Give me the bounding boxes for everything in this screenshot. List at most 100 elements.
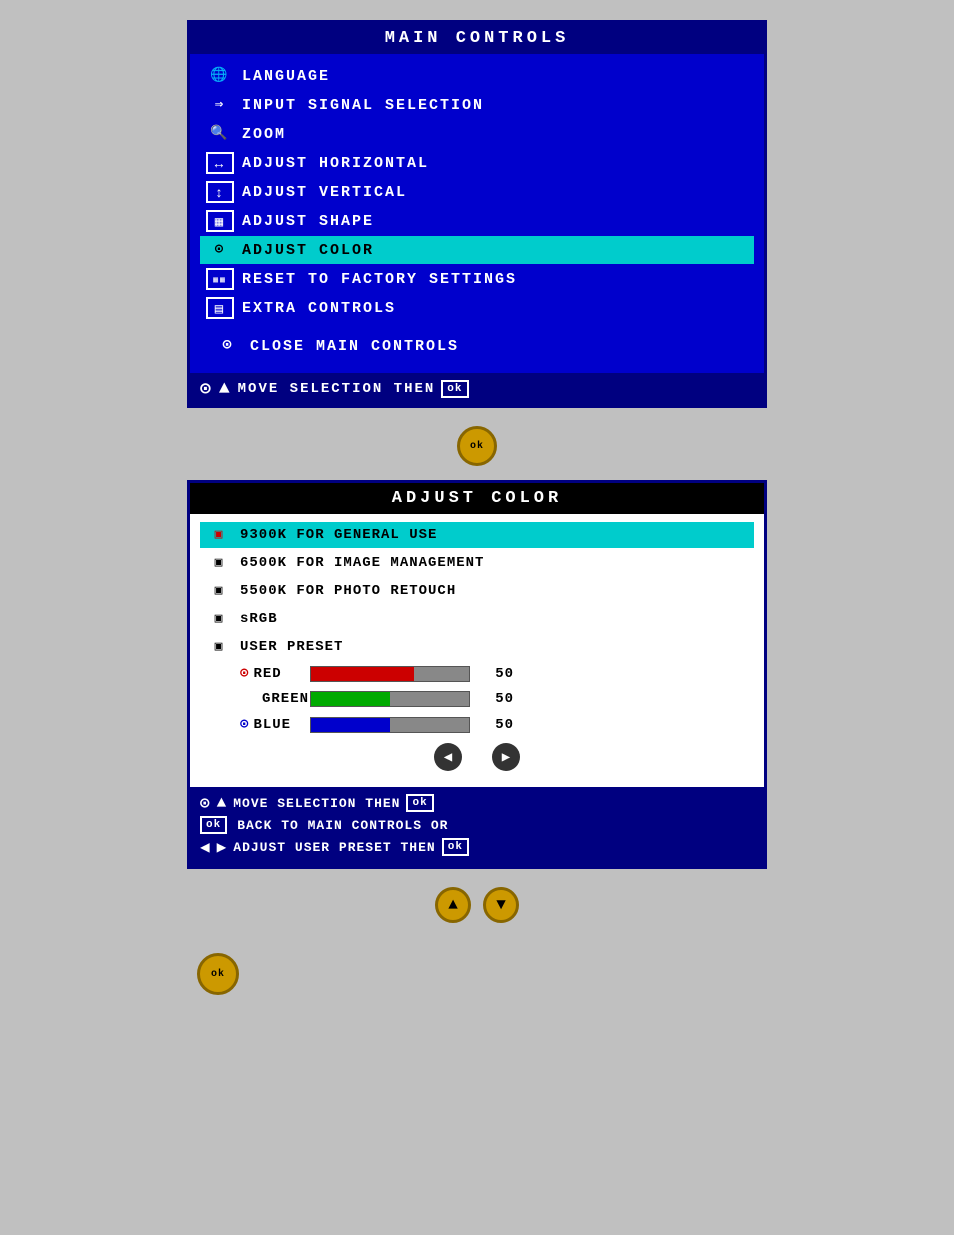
footer-move-text: MOVE SELECTION THEN: [238, 381, 436, 397]
reset-factory-icon: ▦▦: [206, 268, 234, 290]
footer-nav-icon-3b: ▶: [217, 837, 228, 857]
nav-up-button[interactable]: ▲: [435, 887, 471, 923]
main-controls-menu: 🌐 LANGUAGE ⇒ INPUT SIGNAL SELECTION 🔍 ZO…: [190, 54, 764, 373]
footer-ok-badge: ok: [441, 380, 468, 398]
red-slider-value: 50: [482, 666, 514, 682]
green-label: GREEN: [262, 691, 309, 707]
menu-item-zoom[interactable]: 🔍 ZOOM: [200, 120, 754, 148]
color-option-6500k-icon: ▣: [206, 553, 232, 573]
reset-factory-label: RESET TO FACTORY SETTINGS: [242, 271, 748, 288]
final-ok-wrapper: ok: [187, 943, 767, 995]
menu-item-extra-controls[interactable]: ▤ EXTRA CONTROLS: [200, 294, 754, 322]
color-option-9300k-icon: ▣: [206, 525, 232, 545]
zoom-label: ZOOM: [242, 126, 748, 143]
final-ok-label: ok: [211, 969, 225, 980]
language-label: LANGUAGE: [242, 68, 748, 85]
color-option-9300k[interactable]: ▣ 9300K FOR GENERAL USE: [200, 522, 754, 548]
footer-ok-1: ok: [406, 794, 433, 812]
color-option-5500k-label: 5500K FOR PHOTO RETOUCH: [240, 583, 456, 599]
adjust-color-label: ADJUST COLOR: [242, 242, 748, 259]
zoom-icon: 🔍: [206, 123, 234, 145]
input-signal-icon: ⇒: [206, 94, 234, 116]
language-icon: 🌐: [206, 65, 234, 87]
slider-right-arrow[interactable]: ▶: [492, 743, 520, 771]
menu-item-language[interactable]: 🌐 LANGUAGE: [200, 62, 754, 90]
menu-item-adjust-color[interactable]: ⊙ ADJUST COLOR: [200, 236, 754, 264]
color-footer-row-2: ok BACK TO MAIN CONTROLS OR: [200, 816, 754, 834]
blue-circle-icon: ⊙: [240, 716, 249, 733]
footer-nav-icon-1b: ▲: [217, 794, 228, 812]
input-signal-label: INPUT SIGNAL SELECTION: [242, 97, 748, 114]
green-slider-value: 50: [482, 691, 514, 707]
ok-center-button[interactable]: ok: [457, 426, 497, 466]
color-option-srgb-icon: ▣: [206, 609, 232, 629]
blue-slider-value: 50: [482, 717, 514, 733]
menu-item-input-signal[interactable]: ⇒ INPUT SIGNAL SELECTION: [200, 91, 754, 119]
red-label-container: ⊙ RED: [240, 665, 310, 682]
menu-item-adjust-horizontal[interactable]: ↔ ADJUST HORIZONTAL: [200, 149, 754, 177]
color-options-list: ▣ 9300K FOR GENERAL USE ▣ 6500K FOR IMAG…: [190, 514, 764, 787]
blue-slider-row: ⊙ BLUE 50: [200, 713, 754, 736]
red-circle-icon: ⊙: [240, 665, 249, 682]
main-controls-panel: MAIN CONTROLS 🌐 LANGUAGE ⇒ INPUT SIGNAL …: [187, 20, 767, 408]
color-option-5500k[interactable]: ▣ 5500K FOR PHOTO RETOUCH: [200, 578, 754, 604]
color-option-6500k[interactable]: ▣ 6500K FOR IMAGE MANAGEMENT: [200, 550, 754, 576]
footer-move-text-2: MOVE SELECTION THEN: [233, 796, 400, 811]
green-slider-row: GREEN 50: [200, 688, 754, 710]
color-option-user-preset[interactable]: ▣ USER PRESET: [200, 634, 754, 660]
adjust-shape-icon: ▦: [206, 210, 234, 232]
footer-back-text: BACK TO MAIN CONTROLS OR: [237, 818, 448, 833]
footer-nav-icon-1a: ⊙: [200, 793, 211, 813]
menu-item-adjust-vertical[interactable]: ↕ ADJUST VERTICAL: [200, 178, 754, 206]
green-slider-fill: [311, 692, 390, 706]
extra-controls-label: EXTRA CONTROLS: [242, 300, 748, 317]
green-slider-track[interactable]: [310, 691, 470, 707]
footer-ok-2: ok: [200, 816, 227, 834]
final-ok-button[interactable]: ok: [197, 953, 239, 995]
footer-ok-3: ok: [442, 838, 469, 856]
color-footer: ⊙ ▲ MOVE SELECTION THEN ok ok BACK TO MA…: [190, 787, 764, 866]
close-main-controls[interactable]: ⊙ CLOSE MAIN CONTROLS: [200, 331, 754, 365]
extra-controls-icon: ▤: [206, 297, 234, 319]
close-icon: ⊙: [214, 335, 242, 357]
close-main-label: CLOSE MAIN CONTROLS: [250, 338, 459, 355]
color-option-6500k-label: 6500K FOR IMAGE MANAGEMENT: [240, 555, 484, 571]
main-controls-footer: ⊙ ▲ MOVE SELECTION THEN ok: [190, 373, 764, 405]
menu-item-reset-factory[interactable]: ▦▦ RESET TO FACTORY SETTINGS: [200, 265, 754, 293]
adjust-horizontal-label: ADJUST HORIZONTAL: [242, 155, 748, 172]
blue-slider-track[interactable]: [310, 717, 470, 733]
move-down-icon: ▲: [219, 379, 232, 399]
adjust-color-icon: ⊙: [206, 239, 234, 261]
main-controls-title: MAIN CONTROLS: [190, 23, 764, 54]
menu-item-adjust-shape[interactable]: ▦ ADJUST SHAPE: [200, 207, 754, 235]
color-option-user-preset-label: USER PRESET: [240, 639, 343, 655]
slider-left-arrow[interactable]: ◀: [434, 743, 462, 771]
adjust-shape-label: ADJUST SHAPE: [242, 213, 748, 230]
adjust-horizontal-icon: ↔: [206, 152, 234, 174]
red-slider-fill: [311, 667, 414, 681]
down-arrow-icon: ▼: [496, 896, 506, 914]
color-footer-row-1: ⊙ ▲ MOVE SELECTION THEN ok: [200, 793, 754, 813]
up-arrow-icon: ▲: [448, 896, 458, 914]
blue-label: BLUE: [253, 717, 291, 733]
color-footer-row-3: ◀ ▶ ADJUST USER PRESET THEN ok: [200, 837, 754, 857]
slider-nav-arrows: ◀ ▶: [200, 739, 754, 779]
bottom-nav-buttons: ▲ ▼: [435, 887, 519, 923]
blue-slider-fill: [311, 718, 390, 732]
adjust-color-panel: ADJUST COLOR ▣ 9300K FOR GENERAL USE ▣ 6…: [187, 480, 767, 869]
red-slider-row: ⊙ RED 50: [200, 662, 754, 685]
adjust-vertical-label: ADJUST VERTICAL: [242, 184, 748, 201]
nav-down-button[interactable]: ▼: [483, 887, 519, 923]
footer-adjust-text: ADJUST USER PRESET THEN: [233, 840, 435, 855]
move-up-icon: ⊙: [200, 378, 213, 400]
red-slider-track[interactable]: [310, 666, 470, 682]
ok-center-label: ok: [470, 441, 484, 452]
red-label: RED: [253, 666, 281, 682]
green-label-container: GREEN: [240, 691, 310, 707]
color-option-srgb-label: sRGB: [240, 611, 278, 627]
adjust-vertical-icon: ↕: [206, 181, 234, 203]
blue-label-container: ⊙ BLUE: [240, 716, 310, 733]
color-option-user-preset-icon: ▣: [206, 637, 232, 657]
footer-nav-icon-3a: ◀: [200, 837, 211, 857]
color-option-srgb[interactable]: ▣ sRGB: [200, 606, 754, 632]
